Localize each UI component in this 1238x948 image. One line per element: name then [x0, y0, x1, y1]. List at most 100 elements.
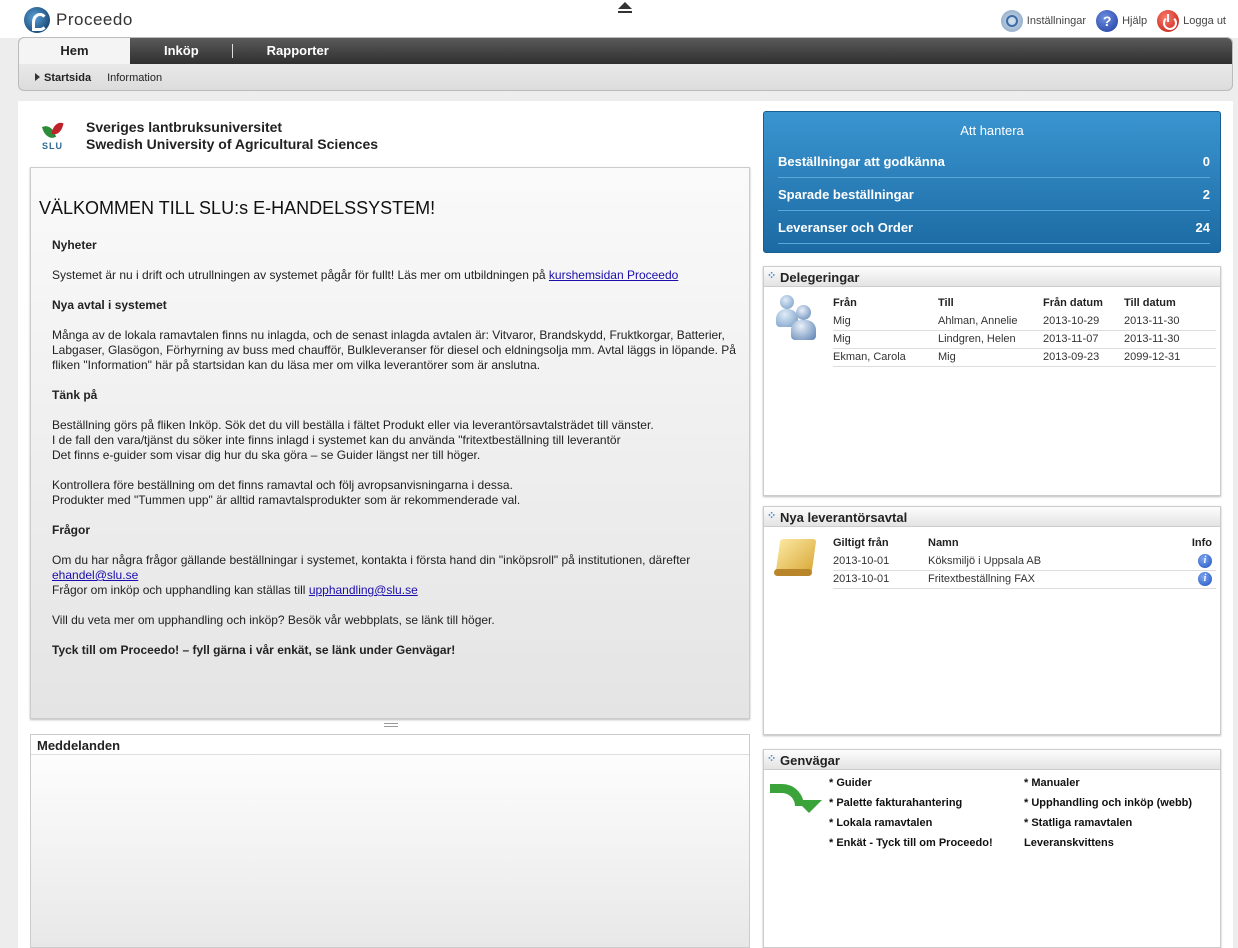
agreements-title: Nya avtal i systemet: [52, 298, 167, 312]
subtab-information[interactable]: Information: [107, 72, 162, 84]
to-handle-panel: Att hantera Beställningar att godkänna 0…: [763, 111, 1221, 253]
org-name-en: Swedish University of Agricultural Scien…: [86, 136, 379, 152]
supplier-agreements-panel: Nya leverantörsavtal Giltigt från Namn I…: [763, 506, 1221, 735]
column-header: Namn: [928, 537, 959, 549]
table-row[interactable]: Mig Ahlman, Annelie 2013-10-29 2013-11-3…: [833, 312, 1216, 331]
help-icon: ?: [1096, 10, 1119, 32]
tab-rapporter[interactable]: Rapporter: [233, 38, 363, 64]
top-bar: Proceedo Inställningar ? Hjälp Logga ut: [0, 0, 1238, 38]
questions-text: Om du har några frågor gällande beställn…: [52, 553, 691, 567]
tab-inkop[interactable]: Inköp: [130, 38, 233, 64]
shortcuts-title: Genvägar: [764, 749, 1220, 770]
cell: Lindgren, Helen: [938, 330, 1043, 349]
ehandel-email-link[interactable]: ehandel@slu.se: [52, 568, 138, 582]
shortcut-upphandling[interactable]: * Upphandling och inköp (webb): [1024, 796, 1224, 816]
delegations-panel: Delegeringar Från Till Från datum Till d…: [763, 266, 1221, 496]
cell: Mig: [833, 330, 938, 349]
cell: 2013-11-30: [1124, 330, 1216, 349]
questions-title: Frågor: [52, 523, 91, 537]
proceedo-logo-icon: [24, 7, 50, 33]
shortcuts-panel: Genvägar * Guider * Palette fakturahante…: [763, 749, 1221, 948]
orders-to-approve-row[interactable]: Beställningar att godkänna 0: [778, 145, 1210, 178]
cell: 2013-11-30: [1124, 312, 1216, 331]
cell: Köksmiljö i Uppsala AB: [928, 552, 1186, 571]
shortcut-guider[interactable]: * Guider: [829, 776, 1029, 796]
to-handle-title: Att hantera: [960, 123, 1024, 138]
to-handle-count: 24: [1195, 219, 1210, 235]
cell: 2099-12-31: [1124, 348, 1216, 367]
shortcut-enkat[interactable]: * Enkät - Tyck till om Proceedo!: [829, 836, 1029, 856]
cell: Ahlman, Annelie: [938, 312, 1043, 331]
to-handle-count: 0: [1202, 153, 1210, 169]
app-logo[interactable]: Proceedo: [24, 7, 133, 33]
news-title: Nyheter: [52, 238, 97, 252]
more-info-text: Vill du veta mer om upphandling och inkö…: [52, 613, 495, 627]
slu-logo: SLU: [40, 119, 68, 153]
app-name: Proceedo: [56, 10, 133, 29]
shortcut-statliga-ramavtal[interactable]: * Statliga ramavtalen: [1024, 816, 1224, 836]
cell: Fritextbeställning FAX: [928, 570, 1186, 589]
org-name-sv: Sveriges lantbruksuniversitet: [86, 119, 283, 135]
column-header: Från datum: [1043, 297, 1103, 309]
procurement-text: Frågor om inköp och upphandling kan stäl…: [52, 583, 309, 597]
collapse-header-icon[interactable]: [618, 2, 633, 14]
nav-tabs: Hem Inköp Rapporter: [19, 38, 1232, 64]
welcome-panel: VÄLKOMMEN TILL SLU:s E-HANDELSSYSTEM! Ny…: [30, 167, 750, 719]
messages-title: Meddelanden: [31, 735, 749, 755]
cell: Mig: [938, 348, 1043, 367]
column-header: Från: [833, 297, 857, 309]
info-icon[interactable]: i: [1198, 553, 1212, 568]
to-handle-label: Sparade beställningar: [778, 186, 914, 202]
course-page-link[interactable]: kurshemsidan Proceedo: [549, 268, 678, 282]
table-row[interactable]: 2013-10-01 Fritextbeställning FAX i: [833, 570, 1216, 589]
agreements-text: Många av de lokala ramavtalen finns nu i…: [52, 328, 736, 372]
messages-panel: Meddelanden: [30, 734, 750, 948]
subtab-startsida[interactable]: Startsida: [35, 72, 91, 84]
to-handle-label: Beställningar att godkänna: [778, 153, 945, 169]
column-header: Info: [1191, 537, 1212, 549]
shortcut-leveranskvittens[interactable]: Leveranskvittens: [1024, 836, 1224, 856]
feedback-text: Tyck till om Proceedo! – fyll gärna i vå…: [52, 643, 456, 657]
saved-orders-row[interactable]: Sparade beställningar 2: [778, 178, 1210, 211]
table-row[interactable]: Mig Lindgren, Helen 2013-11-07 2013-11-3…: [833, 330, 1216, 349]
shortcut-palette[interactable]: * Palette fakturahantering: [829, 796, 1029, 816]
cell: Ekman, Carola: [833, 348, 938, 367]
shortcut-lokala-ramavtal[interactable]: * Lokala ramavtalen: [829, 816, 1029, 836]
upphandling-email-link[interactable]: upphandling@slu.se: [309, 583, 418, 597]
think-line-2: I de fall den vara/tjänst du söker inte …: [52, 433, 621, 447]
table-row[interactable]: Ekman, Carola Mig 2013-09-23 2099-12-31: [833, 348, 1216, 367]
logout-link[interactable]: Logga ut: [1157, 10, 1226, 32]
delegations-title: Delegeringar: [764, 266, 1220, 287]
to-handle-label: Leveranser och Order: [778, 219, 914, 235]
top-links: Inställningar ? Hjälp Logga ut: [991, 10, 1226, 32]
panel-resize-handle[interactable]: [384, 723, 398, 727]
green-arrow-icon: [768, 780, 822, 814]
think-title: Tänk på: [52, 388, 98, 402]
settings-link[interactable]: Inställningar: [1000, 10, 1086, 32]
users-icon: [776, 295, 816, 341]
cell: Mig: [833, 312, 938, 331]
settings-icon: [1000, 10, 1023, 32]
shortcut-manualer[interactable]: * Manualer: [1024, 776, 1224, 796]
sub-navigation: Startsida Information: [19, 64, 1232, 90]
supplier-agreements-title: Nya leverantörsavtal: [764, 506, 1220, 527]
slu-logo-abbr: SLU: [42, 141, 63, 151]
welcome-heading: VÄLKOMMEN TILL SLU:s E-HANDELSSYSTEM!: [39, 198, 436, 218]
delegations-table: Från Till Från datum Till datum Mig Ahlm…: [833, 294, 1216, 367]
news-text: Systemet är nu i drift och utrullningen …: [52, 268, 549, 282]
power-icon: [1157, 10, 1180, 32]
info-icon[interactable]: i: [1198, 572, 1212, 586]
check-line-2: Produkter med "Tummen upp" är alltid ram…: [52, 493, 521, 507]
deliveries-orders-row[interactable]: Leveranser och Order 24: [778, 211, 1210, 244]
table-row[interactable]: 2013-10-01 Köksmiljö i Uppsala AB i: [833, 552, 1216, 571]
help-label: Hjälp: [1122, 15, 1148, 27]
organization-header: SLU Sveriges lantbruksuniversitet Swedis…: [40, 119, 378, 153]
column-header: Till: [938, 297, 954, 309]
help-link[interactable]: ? Hjälp: [1096, 10, 1147, 32]
column-header: Till datum: [1124, 297, 1176, 309]
logout-label: Logga ut: [1183, 15, 1226, 27]
think-line-3: Det finns e-guider som visar dig hur du …: [52, 448, 481, 462]
tab-hem[interactable]: Hem: [19, 38, 130, 64]
supplier-agreements-table: Giltigt från Namn Info 2013-10-01 Köksmi…: [833, 534, 1216, 589]
cell: 2013-10-29: [1043, 312, 1124, 331]
